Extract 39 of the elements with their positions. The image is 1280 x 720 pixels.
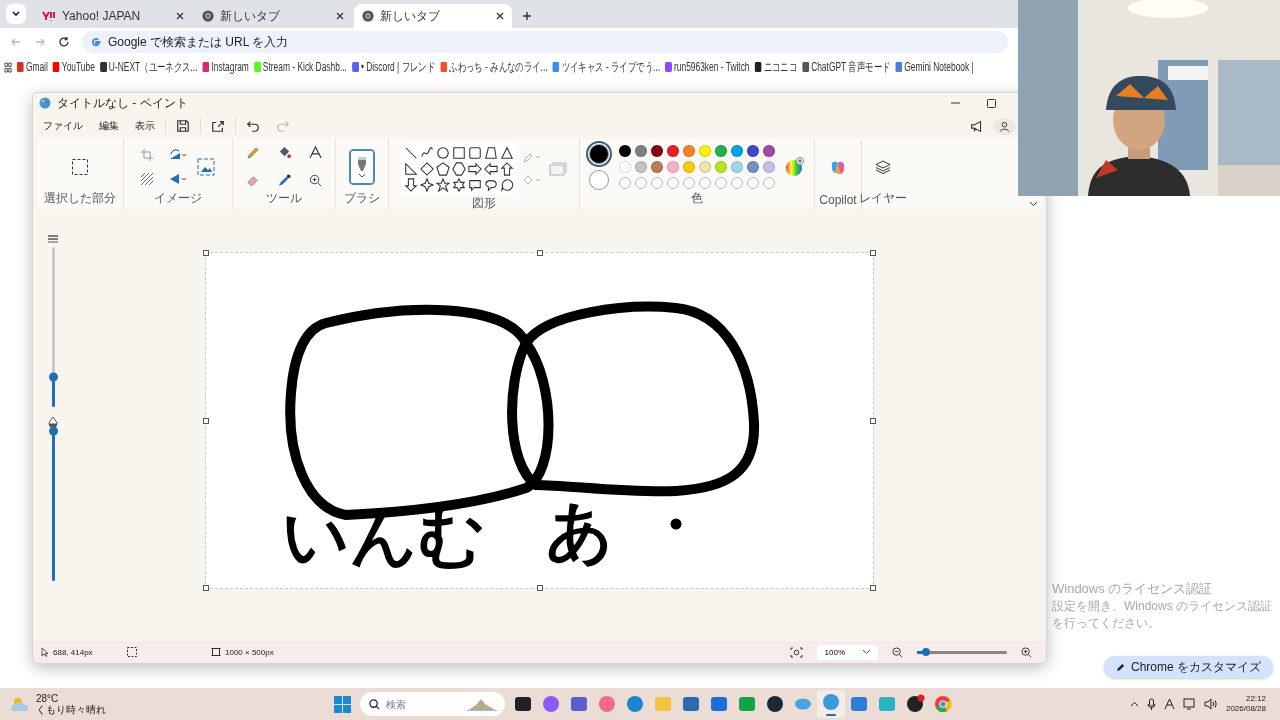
canvas-size: 1000 × 500px [225, 647, 274, 657]
group-label: ブラシ [344, 190, 380, 207]
menu-item[interactable]: 編集 [93, 116, 125, 136]
bookmark[interactable]: U-NEXT（ユーネクス... [99, 58, 198, 76]
group-label: ツール [266, 190, 302, 207]
bookmark[interactable]: ChatGPT 音声モード [802, 58, 891, 76]
clock-date: 2026/08/28 [1225, 704, 1266, 715]
browser-tab[interactable]: 新しいタブ [354, 4, 512, 28]
bookmark[interactable]: ふわっち - みんなのライ... [440, 58, 548, 76]
address-field[interactable]: Google で検索または URL を入力 [82, 31, 1008, 53]
bookmark[interactable]: Gemini Notebook | [895, 60, 974, 74]
bookmark[interactable]: • Discord | フレンド [351, 58, 436, 76]
customize-chrome-button[interactable]: Chrome をカスタマイズ [1104, 656, 1273, 678]
group-label: 色 [691, 190, 703, 207]
group-label: レイヤー [859, 190, 907, 207]
group-label: Copilot [819, 193, 857, 207]
zoom-dropdown[interactable]: 100% [816, 644, 878, 660]
activation-notice-text: 設定を開き、Windows のライセンス認証を行ってください。 [1052, 598, 1273, 632]
window-title: タイトルなし - ペイント [57, 94, 188, 112]
weather-condition: くもり時々晴れ [36, 704, 106, 715]
menu-item[interactable]: 表示 [129, 116, 161, 136]
bookmark[interactable]: Instagram [202, 60, 249, 74]
cursor-position: 688, 414px [53, 647, 93, 657]
bookmark[interactable]: Gmail [16, 60, 48, 74]
group-label: イメージ [154, 190, 202, 207]
bookmark[interactable]: ニコニコ [754, 58, 798, 76]
bookmark[interactable]: run5963ken - Twitch [664, 60, 750, 74]
group-label: 選択した部分 [44, 190, 116, 207]
activation-notice-title: Windows のライセンス認証 [1052, 580, 1214, 598]
browser-tab[interactable]: Yahoo! JAPAN [34, 4, 192, 28]
browser-tab[interactable]: 新しいタブ [194, 4, 352, 28]
menu-item[interactable]: ファイル [37, 116, 89, 136]
bookmark[interactable]: YouTube [52, 60, 95, 74]
bookmark[interactable]: Stream - Kick Dashb... [253, 60, 347, 74]
bookmark[interactable]: ツイキャス - ライブでう... [552, 58, 661, 76]
search-field[interactable]: 検索 [360, 692, 505, 716]
clock-time: 22:12 [1244, 693, 1266, 704]
group-label: 図形 [472, 195, 496, 212]
temperature: 28°C [36, 693, 60, 704]
